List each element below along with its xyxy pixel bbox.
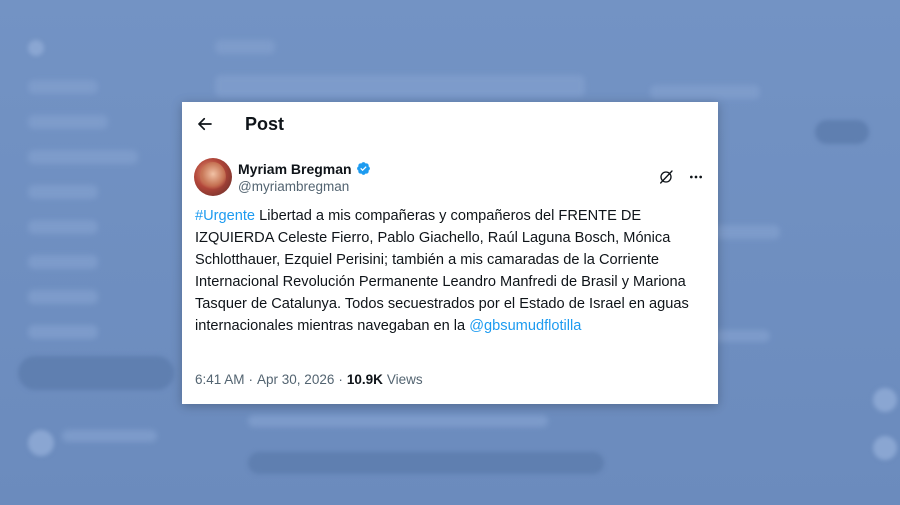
bg-input [248,452,604,474]
views-count: 10.9K [346,372,383,387]
post-card: Post Myriam Bregman @myriambregman #Urge… [182,102,718,404]
bg-logo [28,40,44,56]
post-time[interactable]: 6:41 AM [195,372,245,387]
post-text: #Urgente Libertad a mis compañeras y com… [195,205,695,337]
bg-side [873,436,897,460]
bg-nav-item [28,80,98,94]
bg-header [215,40,275,54]
name-line: Myriam Bregman [238,161,371,177]
more-horizontal-icon [690,175,702,179]
page-title: Post [245,113,285,134]
more-button[interactable] [688,169,704,185]
bg-nav-item [28,220,98,234]
bg-post-button [18,356,174,390]
mention-link[interactable]: @gbsumudflotilla [469,318,581,334]
bg-nav-item [28,255,98,269]
bg-nav-item [28,150,138,164]
bg-row [248,415,548,427]
author-names: Myriam Bregman @myriambregman [238,161,371,194]
verified-badge-icon[interactable] [356,161,371,176]
bg-nav-item [28,185,98,199]
views-label: Views [386,372,423,387]
grok-button[interactable] [658,169,674,185]
post-body: Libertad a mis compañeras y compañeros d… [195,208,689,334]
bg-nav-item [28,115,108,129]
avatar[interactable] [194,158,232,196]
bg-follow [815,120,869,144]
post-date[interactable]: Apr 30, 2026 [257,372,334,387]
bg-nav-item [28,290,98,304]
bg-row [215,75,585,97]
arrow-left-icon [198,117,212,131]
bg-side [873,388,897,412]
author-handle[interactable]: @myriambregman [238,179,371,194]
author-display-name[interactable]: Myriam Bregman [238,161,352,177]
bg-nav-item [28,325,98,339]
post-meta: 6:41 AM · Apr 30, 2026 · 10.9K Views [195,372,423,387]
bg-side [650,85,760,99]
post-header: Post [182,102,718,146]
bg-account [62,430,157,442]
back-button[interactable] [194,113,216,135]
bg-avatar [28,430,54,456]
grok-icon [660,170,673,184]
author-row: Myriam Bregman @myriambregman [194,157,704,197]
meta-separator: · [338,372,343,387]
post-actions [658,169,704,185]
meta-separator: · [248,372,254,387]
hashtag-link[interactable]: #Urgente [195,208,255,224]
